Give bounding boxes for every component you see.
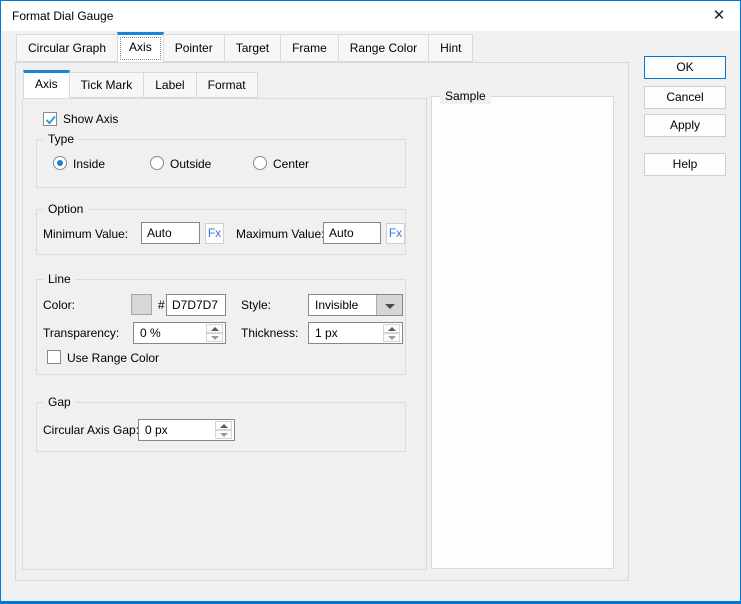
radio-inside[interactable] <box>53 156 67 170</box>
format-dial-gauge-dialog: Format Dial Gauge ✕ Circular Graph Axis … <box>0 0 741 604</box>
spinner-down-icon[interactable] <box>215 430 232 439</box>
line-group-legend: Line <box>43 272 76 287</box>
use-range-color-label: Use Range Color <box>67 351 159 365</box>
type-group: Type Inside Outside Center <box>36 139 406 188</box>
minimum-fx-button[interactable]: Fx <box>205 223 224 244</box>
spinner-up-icon[interactable] <box>215 421 232 430</box>
style-dropdown-value: Invisible <box>315 298 358 312</box>
hash-symbol: # <box>158 298 165 312</box>
radio-center[interactable] <box>253 156 267 170</box>
apply-button[interactable]: Apply <box>644 114 726 137</box>
color-hex-input[interactable] <box>166 294 226 316</box>
subtab-format[interactable]: Format <box>196 72 258 98</box>
help-button[interactable]: Help <box>644 153 726 176</box>
color-label: Color: <box>43 298 75 312</box>
transparency-label: Transparency: <box>43 326 119 340</box>
color-swatch[interactable] <box>131 294 152 315</box>
maximum-value-input[interactable] <box>323 222 381 244</box>
show-axis-label: Show Axis <box>63 112 118 126</box>
subtab-label[interactable]: Label <box>143 72 196 98</box>
stepper-buttons <box>383 324 400 342</box>
radio-outside-label: Outside <box>170 157 211 171</box>
thickness-stepper[interactable]: 1 px <box>308 322 403 344</box>
transparency-value: 0 % <box>140 326 161 340</box>
chevron-down-icon[interactable] <box>376 295 402 315</box>
thickness-value: 1 px <box>315 326 338 340</box>
ok-button[interactable]: OK <box>644 56 726 79</box>
spinner-down-icon[interactable] <box>206 333 223 342</box>
minimum-value-input[interactable] <box>141 222 200 244</box>
inner-tab-bar: Axis Tick Mark Label Format <box>23 70 258 98</box>
outer-tab-bar: Circular Graph Axis Pointer Target Frame… <box>16 32 473 62</box>
checkmark-icon <box>44 113 58 127</box>
option-group: Option Minimum Value: Fx Maximum Value: … <box>36 209 406 255</box>
radio-center-label: Center <box>273 157 309 171</box>
window-title: Format Dial Gauge <box>12 9 113 23</box>
radio-dot <box>57 160 63 166</box>
tab-axis-label: Axis <box>129 40 152 54</box>
spinner-up-icon[interactable] <box>206 324 223 333</box>
circular-axis-gap-value: 0 px <box>145 423 168 437</box>
subtab-tick-mark[interactable]: Tick Mark <box>69 72 145 98</box>
circular-axis-gap-label: Circular Axis Gap: <box>43 423 139 437</box>
stepper-buttons <box>206 324 223 342</box>
tab-frame[interactable]: Frame <box>280 34 339 62</box>
maximum-fx-button[interactable]: Fx <box>386 223 405 244</box>
title-bar: Format Dial Gauge ✕ <box>1 1 740 31</box>
use-range-color-checkbox[interactable] <box>47 350 61 364</box>
option-group-legend: Option <box>43 202 88 217</box>
subtab-axis[interactable]: Axis <box>23 70 70 99</box>
tab-circular-graph[interactable]: Circular Graph <box>16 34 118 62</box>
thickness-label: Thickness: <box>241 326 298 340</box>
tab-hint[interactable]: Hint <box>428 34 473 62</box>
style-dropdown[interactable]: Invisible <box>308 294 403 316</box>
cancel-button[interactable]: Cancel <box>644 86 726 109</box>
transparency-stepper[interactable]: 0 % <box>133 322 226 344</box>
style-label: Style: <box>241 298 271 312</box>
minimum-value-label: Minimum Value: <box>43 227 128 241</box>
spinner-up-icon[interactable] <box>383 324 400 333</box>
type-group-legend: Type <box>43 132 79 147</box>
tab-target[interactable]: Target <box>224 34 281 62</box>
tab-axis[interactable]: Axis <box>117 32 164 63</box>
gap-group: Gap Circular Axis Gap: 0 px <box>36 402 406 452</box>
close-icon[interactable]: ✕ <box>707 5 731 27</box>
tab-pointer[interactable]: Pointer <box>163 34 225 62</box>
axis-subtab-page: Show Axis Type Inside Outside Center Opt… <box>22 98 427 570</box>
radio-inside-label: Inside <box>73 157 105 171</box>
show-axis-checkbox[interactable] <box>43 112 57 126</box>
tab-range-color[interactable]: Range Color <box>338 34 429 62</box>
maximum-value-label: Maximum Value: <box>236 227 324 241</box>
gap-group-legend: Gap <box>43 395 76 410</box>
radio-outside[interactable] <box>150 156 164 170</box>
sample-preview: Sample <box>431 96 614 569</box>
circular-axis-gap-stepper[interactable]: 0 px <box>138 419 235 441</box>
spinner-down-icon[interactable] <box>383 333 400 342</box>
sample-legend: Sample <box>440 89 491 104</box>
stepper-buttons <box>215 421 232 439</box>
line-group: Line Color: # Style: Invisible Transpare… <box>36 279 406 375</box>
